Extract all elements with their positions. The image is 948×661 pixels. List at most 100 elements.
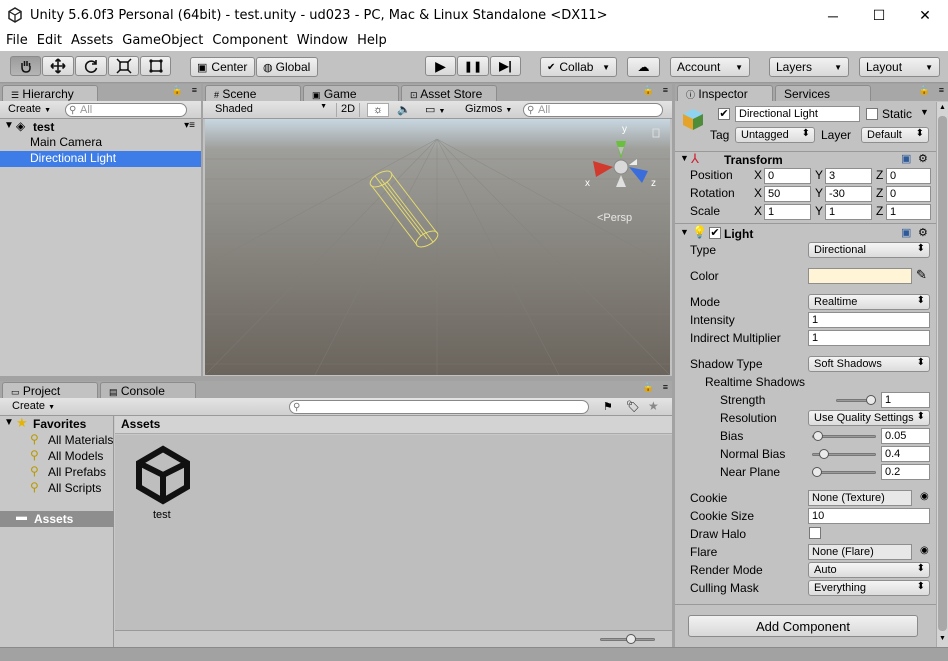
layers-dropdown[interactable]: Layers ▼	[769, 57, 849, 77]
gear-icon[interactable]: ⚙	[918, 152, 928, 165]
gizmos-dropdown[interactable]: Gizmos ▼	[461, 103, 517, 117]
pivot-center-button[interactable]: ▣ Center	[190, 57, 255, 77]
filter-by-type-icon[interactable]: ⚑	[603, 400, 613, 413]
effects-dropdown[interactable]: ▭ ▼	[421, 103, 455, 117]
cookie-field[interactable]: None (Texture)	[808, 490, 912, 506]
gear-icon[interactable]: ⚙	[918, 226, 928, 239]
indirect-multiplier-field[interactable]: 1	[808, 330, 930, 346]
hand-tool-button[interactable]	[10, 56, 41, 76]
project-create-dropdown[interactable]: Create ▼	[8, 400, 59, 414]
scene-viewport[interactable]: y x z <Persp	[205, 119, 670, 375]
bias-field[interactable]: 0.05	[881, 428, 930, 444]
tab-services[interactable]: Services	[775, 85, 871, 101]
list-item-selected[interactable]: Directional Light	[0, 151, 201, 167]
close-button[interactable]: ✕	[902, 0, 948, 31]
shading-dropdown[interactable]: Shaded ▼	[211, 103, 329, 117]
position-z-field[interactable]: 0	[886, 168, 931, 184]
resolution-dropdown[interactable]: Use Quality Settings ⬍	[808, 410, 930, 426]
help-book-icon[interactable]: ▣	[901, 226, 911, 239]
tab-hierarchy[interactable]: ☰ Hierarchy	[2, 85, 98, 101]
eyedropper-icon[interactable]: ✎	[916, 267, 927, 283]
menu-file[interactable]: File	[0, 31, 31, 48]
color-swatch[interactable]	[808, 268, 912, 284]
asset-item[interactable]: test	[129, 443, 199, 523]
rotate-tool-button[interactable]	[75, 56, 107, 76]
lock-icon[interactable]: 🔒	[919, 85, 930, 96]
add-component-button[interactable]: Add Component	[688, 615, 918, 637]
list-item[interactable]: ⚲ All Materials	[0, 432, 114, 448]
position-x-field[interactable]: 0	[764, 168, 811, 184]
space-global-button[interactable]: ◍ Global	[256, 57, 318, 77]
play-button[interactable]: ▶	[425, 56, 456, 76]
menu-help[interactable]: Help	[351, 31, 390, 48]
list-item[interactable]: Main Camera	[0, 135, 201, 151]
draw-halo-checkbox[interactable]	[809, 527, 821, 539]
chevron-down-icon[interactable]: ▼	[920, 107, 929, 117]
culling-mask-dropdown[interactable]: Everything ⬍	[808, 580, 930, 596]
near-plane-slider-knob[interactable]	[812, 467, 822, 477]
object-picker-icon[interactable]: ◉	[920, 545, 929, 556]
strength-field[interactable]: 1	[881, 392, 930, 408]
projection-label[interactable]: <Persp	[597, 212, 632, 224]
maximize-button[interactable]: ☐	[856, 0, 902, 31]
favorite-star-icon[interactable]: ★	[648, 399, 659, 413]
minimize-button[interactable]: ─	[810, 0, 856, 31]
expand-arrow-icon[interactable]: ▼	[680, 227, 689, 237]
panel-menu-icon[interactable]: ≡	[663, 382, 668, 392]
pause-button[interactable]: ❚❚	[457, 56, 489, 76]
assets-folder-row[interactable]: ▬ Assets	[0, 511, 114, 527]
scene-row[interactable]: ▼ ◈ test ▾≡	[0, 119, 201, 135]
transform-header[interactable]: ▼ ⅄ Transform ▣ ⚙	[675, 151, 936, 169]
audio-icon[interactable]: 🔈	[393, 103, 415, 117]
lock-icon[interactable]: 🔒	[172, 85, 183, 96]
rotation-y-field[interactable]: -30	[825, 186, 872, 202]
scene-search-input[interactable]: ⚲ All	[523, 103, 663, 117]
expand-arrow-icon[interactable]: ▼	[680, 153, 689, 163]
menu-window[interactable]: Window	[291, 31, 351, 48]
position-y-field[interactable]: 3	[825, 168, 872, 184]
menu-gameobject[interactable]: GameObject	[116, 31, 206, 48]
panel-menu-icon[interactable]: ≡	[192, 85, 197, 95]
list-item[interactable]: ⚲ All Models	[0, 448, 114, 464]
near-plane-field[interactable]: 0.2	[881, 464, 930, 480]
layout-dropdown[interactable]: Layout ▼	[859, 57, 940, 77]
scene-menu-icon[interactable]: ▾≡	[184, 120, 195, 131]
account-dropdown[interactable]: Account ▼	[670, 57, 750, 77]
normal-bias-field[interactable]: 0.4	[881, 446, 930, 462]
scroll-up-icon[interactable]: ▲	[939, 104, 946, 111]
cloud-button[interactable]: ☁	[627, 57, 660, 77]
scrollbar-thumb[interactable]	[938, 116, 947, 631]
move-tool-button[interactable]	[42, 56, 74, 76]
strength-slider-knob[interactable]	[866, 395, 876, 405]
tab-console[interactable]: ▤ Console	[100, 382, 196, 398]
panel-menu-icon[interactable]: ≡	[939, 85, 944, 95]
expand-arrow-icon[interactable]: ▼	[4, 417, 14, 428]
sun-lighting-icon[interactable]: ☼	[367, 103, 389, 117]
bias-slider-knob[interactable]	[813, 431, 824, 441]
list-item[interactable]: ⚲ All Prefabs	[0, 464, 114, 480]
light-header[interactable]: ▼ 💡 ✔ Light ▣ ⚙	[675, 225, 936, 243]
hierarchy-create-dropdown[interactable]: Create ▼	[4, 103, 55, 117]
light-enabled-checkbox[interactable]: ✔	[709, 227, 721, 239]
tab-asset-store[interactable]: ⊡ Asset Store	[401, 85, 497, 101]
mode-dropdown[interactable]: Realtime ⬍	[808, 294, 930, 310]
normal-bias-slider-knob[interactable]	[819, 449, 830, 459]
object-active-checkbox[interactable]: ✔	[718, 108, 730, 120]
flare-field[interactable]: None (Flare)	[808, 544, 912, 560]
tab-inspector[interactable]: ⓘ Inspector	[677, 85, 773, 101]
toggle-2d-button[interactable]: 2D	[336, 103, 360, 117]
intensity-field[interactable]: 1	[808, 312, 930, 328]
scale-tool-button[interactable]	[108, 56, 139, 76]
scale-y-field[interactable]: 1	[825, 204, 872, 220]
object-picker-icon[interactable]: ◉	[920, 491, 929, 502]
scroll-down-icon[interactable]: ▼	[939, 635, 946, 642]
scene-view-canvas[interactable]: y x z <Persp	[205, 119, 670, 375]
step-button[interactable]: ▶|	[490, 56, 521, 76]
collab-button[interactable]: ✔ Collab ▼	[540, 57, 617, 77]
list-item[interactable]: ⚲ All Scripts	[0, 480, 114, 496]
panel-menu-icon[interactable]: ≡	[663, 85, 668, 95]
render-mode-dropdown[interactable]: Auto ⬍	[808, 562, 930, 578]
scale-x-field[interactable]: 1	[764, 204, 811, 220]
menu-assets[interactable]: Assets	[65, 31, 116, 48]
favorites-row[interactable]: ▼ ★ Favorites	[0, 415, 114, 432]
